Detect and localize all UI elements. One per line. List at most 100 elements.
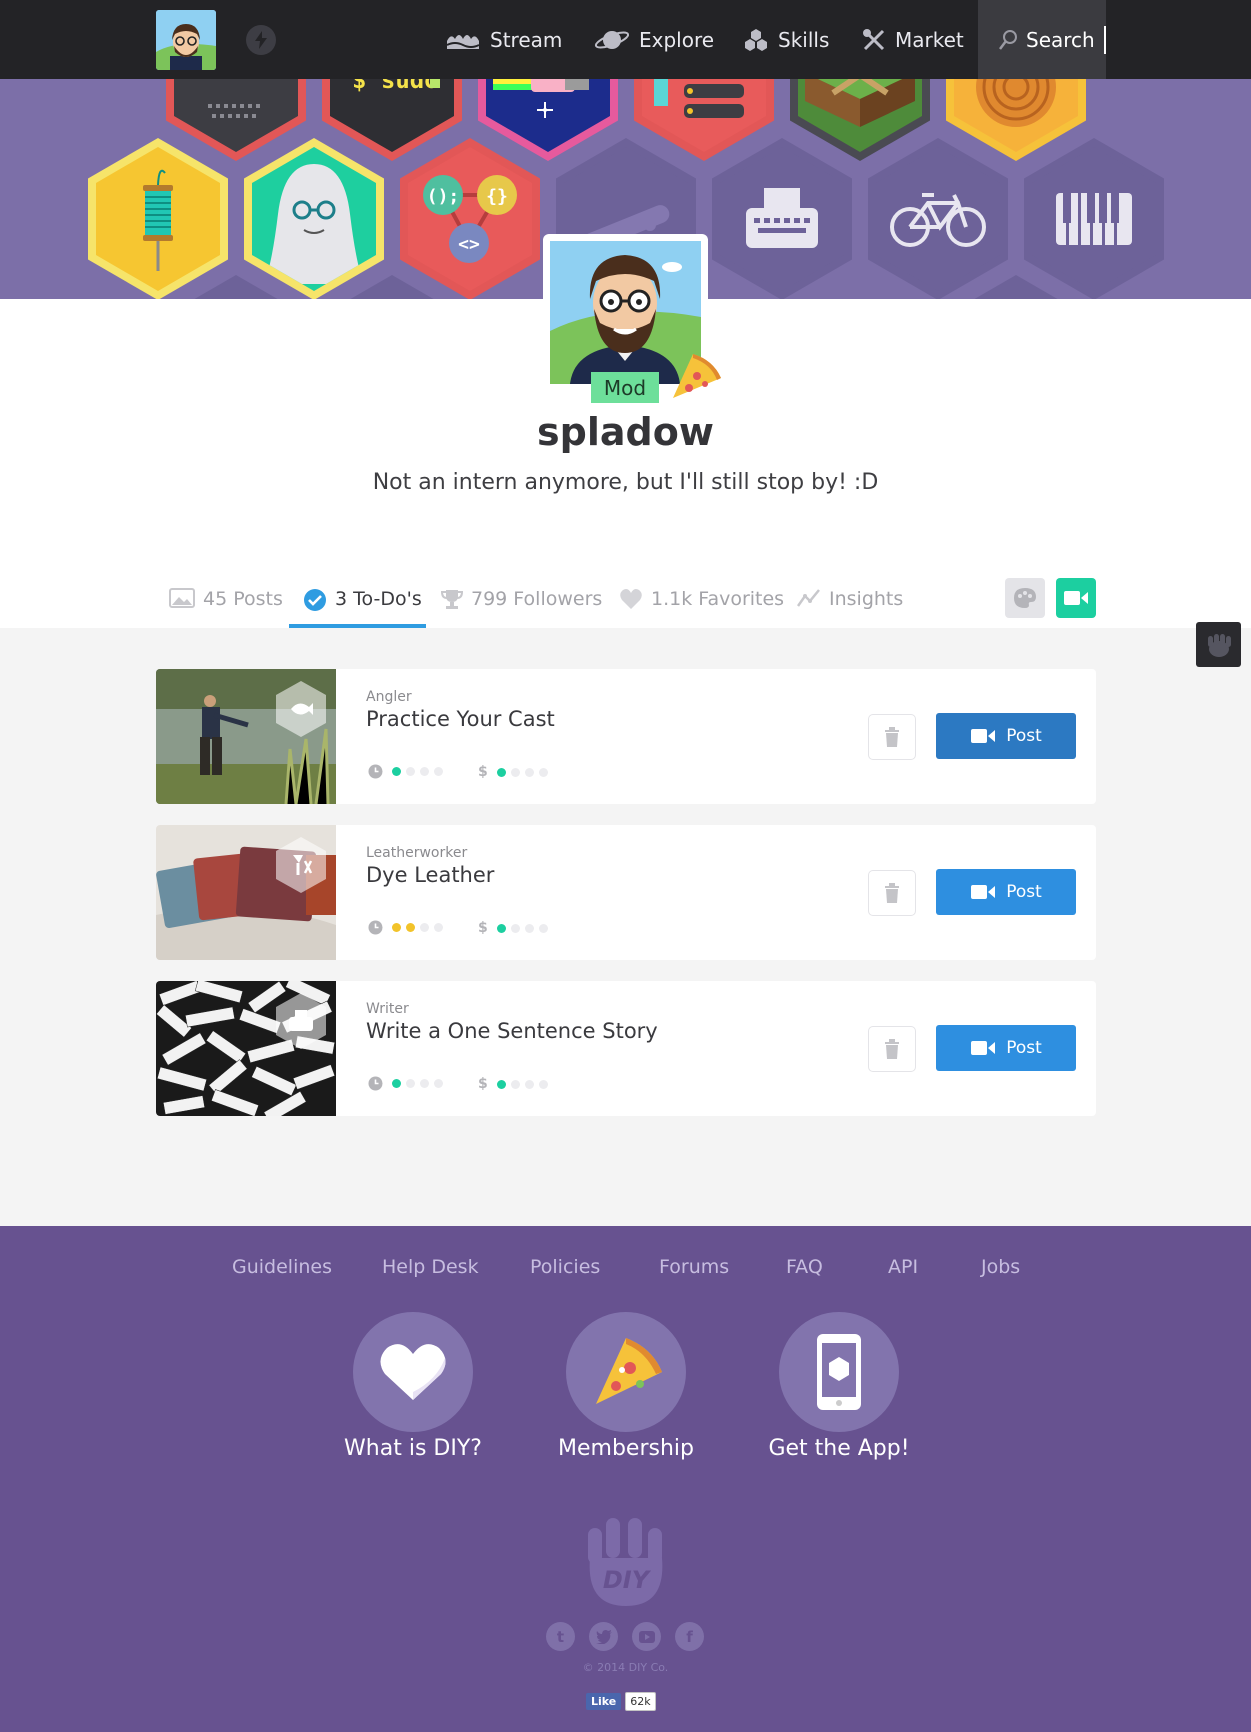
tab-posts[interactable]: 45 Posts xyxy=(169,580,283,629)
tab-favorites[interactable]: 1.1k Favorites xyxy=(619,580,784,629)
image-icon xyxy=(169,588,195,608)
membership-button[interactable] xyxy=(566,1312,686,1432)
tumblr-label: t xyxy=(556,1627,565,1646)
twitter-icon[interactable] xyxy=(589,1622,618,1651)
skill-badge-sewer[interactable] xyxy=(88,138,228,299)
copyright: © 2014 DIY Co. xyxy=(582,1661,669,1674)
footer-link-jobs[interactable]: Jobs xyxy=(981,1256,1020,1278)
membership-label[interactable]: Membership xyxy=(526,1436,726,1461)
skill-badge-yeti[interactable] xyxy=(244,138,384,299)
footer-link-api[interactable]: API xyxy=(888,1256,918,1278)
facebook-label: f xyxy=(686,1627,693,1646)
todo-card[interactable]: Angler Practice Your Cast $ Post xyxy=(156,669,1096,804)
cost-meter: $ xyxy=(478,1076,548,1092)
clock-icon xyxy=(368,764,383,779)
heart-icon xyxy=(620,589,642,609)
todo-card[interactable]: Writer Write a One Sentence Story $ Post xyxy=(156,981,1096,1116)
todo-skill[interactable]: Leatherworker xyxy=(366,845,467,861)
what-is-diy-button[interactable] xyxy=(353,1312,473,1432)
stream-icon xyxy=(446,34,480,49)
tab-todos[interactable]: 3 To-Do's xyxy=(303,580,422,629)
fb-like-count: 62k xyxy=(625,1692,656,1711)
svg-text:$ sudo: $ sudo xyxy=(352,79,439,92)
facebook-icon[interactable]: f xyxy=(675,1622,704,1651)
post-button-label: Post xyxy=(1006,1038,1042,1058)
paw-feedback-tab[interactable] xyxy=(1196,622,1241,667)
post-button[interactable]: Post xyxy=(936,869,1076,915)
trash-icon xyxy=(885,727,899,747)
user-avatar[interactable] xyxy=(156,10,216,70)
skill-badge-minecrafter[interactable] xyxy=(790,79,930,161)
nav-skills[interactable]: Skills xyxy=(743,0,829,79)
svg-text:{}: {} xyxy=(486,186,508,207)
dollar-icon: $ xyxy=(478,764,488,780)
dollar-icon: $ xyxy=(478,1076,488,1092)
video-button[interactable] xyxy=(1056,578,1096,618)
tab-followers[interactable]: 799 Followers xyxy=(441,580,602,629)
skill-badge-engineer[interactable] xyxy=(634,79,774,161)
nav-stream[interactable]: Stream xyxy=(445,0,562,79)
delete-todo-button[interactable] xyxy=(868,870,916,916)
todo-title[interactable]: Write a One Sentence Story xyxy=(366,1019,658,1043)
skills-icon xyxy=(745,28,767,51)
todo-card[interactable]: Leatherworker Dye Leather $ Post xyxy=(156,825,1096,960)
mod-badge: Mod xyxy=(591,372,659,403)
tumblr-icon[interactable]: t xyxy=(546,1622,575,1651)
footer-link-forums[interactable]: Forums xyxy=(659,1256,729,1278)
site-footer: Guidelines Help Desk Policies Forums FAQ… xyxy=(0,1226,1251,1732)
svg-text:();: (); xyxy=(427,186,460,207)
nav-skills-label: Skills xyxy=(778,27,830,52)
skill-badge-coder[interactable]: (); {} <> xyxy=(400,138,540,299)
palette-button[interactable] xyxy=(1005,578,1045,618)
fb-like-button[interactable]: Like xyxy=(586,1693,622,1710)
footer-link-policies[interactable]: Policies xyxy=(530,1256,600,1278)
skill-badge-writer[interactable] xyxy=(712,138,852,299)
what-is-diy-label[interactable]: What is DIY? xyxy=(313,1436,513,1461)
footer-link-faq[interactable]: FAQ xyxy=(786,1256,823,1278)
post-button[interactable]: Post xyxy=(936,1025,1076,1071)
post-button[interactable]: Post xyxy=(936,713,1076,759)
nav-explore[interactable]: Explore xyxy=(594,0,714,79)
post-button-label: Post xyxy=(1006,726,1042,746)
tab-insights[interactable]: Insights xyxy=(797,580,903,629)
todo-title[interactable]: Dye Leather xyxy=(366,863,494,887)
clock-icon xyxy=(368,920,383,935)
search-input[interactable]: Search xyxy=(978,0,1106,79)
nav-market-label: Market xyxy=(895,27,964,52)
clock-icon xyxy=(368,1076,383,1091)
nav-market[interactable]: Market xyxy=(862,0,964,79)
get-the-app-label[interactable]: Get the App! xyxy=(739,1436,939,1461)
trash-icon xyxy=(885,883,899,903)
skill-badge-cyclist[interactable] xyxy=(868,138,1008,299)
search-label: Search xyxy=(1026,27,1095,52)
skill-badge-woodworker[interactable] xyxy=(946,79,1086,161)
cost-meter: $ xyxy=(478,764,548,780)
video-camera-icon xyxy=(971,1041,996,1055)
cost-meter: $ xyxy=(478,920,548,936)
pizza-icon xyxy=(596,1338,662,1404)
tab-posts-label: 45 Posts xyxy=(203,588,283,610)
profile-username: spladow xyxy=(537,410,714,454)
delete-todo-button[interactable] xyxy=(868,1026,916,1072)
video-camera-icon xyxy=(971,885,996,899)
active-tab-indicator xyxy=(289,624,426,628)
activity-bolt-icon[interactable] xyxy=(246,25,276,55)
todo-skill[interactable]: Angler xyxy=(366,689,412,705)
check-circle-icon xyxy=(304,589,326,611)
delete-todo-button[interactable] xyxy=(868,714,916,760)
skill-badge-hacker[interactable]: $ sudo xyxy=(322,79,462,161)
footer-link-help-desk[interactable]: Help Desk xyxy=(382,1256,479,1278)
tab-followers-label: 799 Followers xyxy=(471,588,603,610)
get-the-app-button[interactable] xyxy=(779,1312,899,1432)
trash-icon xyxy=(885,1039,899,1059)
pizza-icon xyxy=(667,348,725,410)
tab-favorites-label: 1.1k Favorites xyxy=(651,588,785,610)
todo-skill[interactable]: Writer xyxy=(366,1001,409,1017)
skill-badge-pianist[interactable] xyxy=(1024,138,1164,299)
skill-badge-maker[interactable] xyxy=(166,79,306,161)
youtube-icon[interactable] xyxy=(632,1622,661,1651)
skill-badge-pixel-artist[interactable] xyxy=(478,79,618,161)
footer-link-guidelines[interactable]: Guidelines xyxy=(232,1256,332,1278)
todo-title[interactable]: Practice Your Cast xyxy=(366,707,555,731)
facebook-like-widget[interactable]: Like 62k xyxy=(586,1692,656,1711)
